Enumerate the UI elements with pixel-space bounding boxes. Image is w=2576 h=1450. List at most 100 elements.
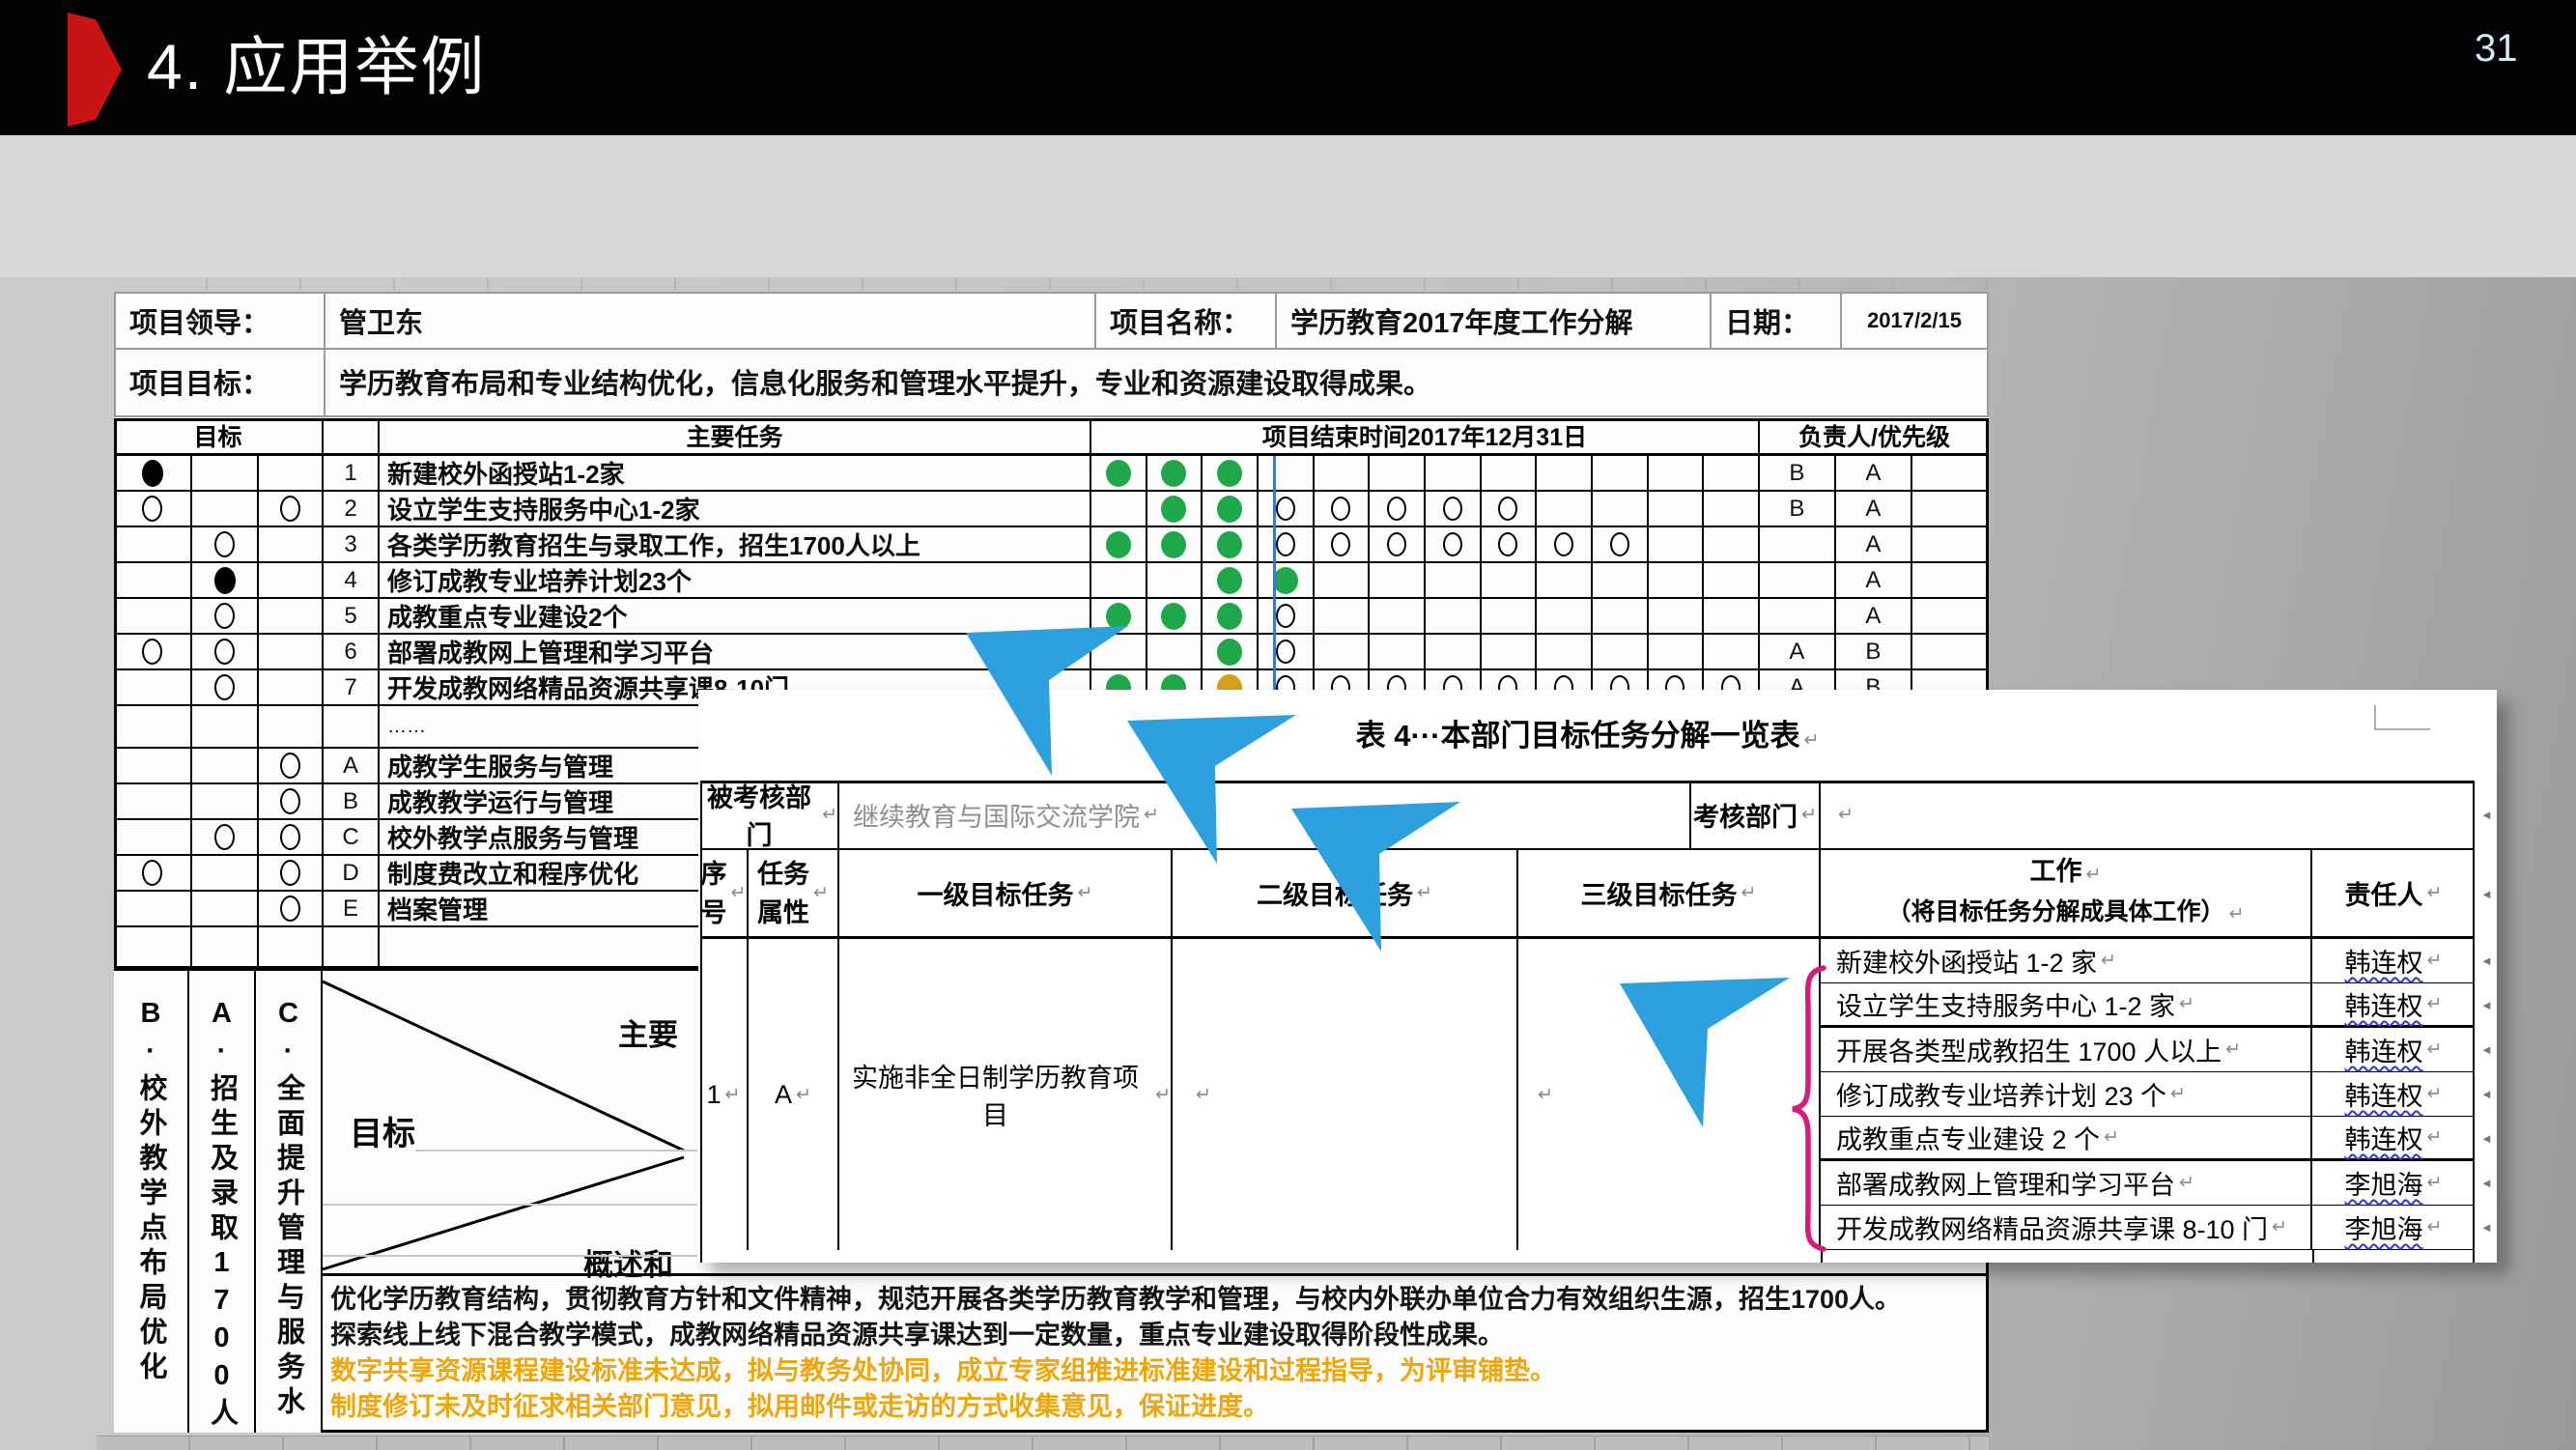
summary-line-1: 优化学历教育结构，贯彻教育方针和文件精神，规范开展各类学历教育教学和管理，与校内… <box>330 1282 1989 1318</box>
work-item: 设立学生支持服务中心 1-2 家↵ <box>1821 983 2312 1025</box>
pilcrow-mark: ↵ <box>813 874 829 913</box>
owner-name: 韩连权 <box>2345 1075 2423 1113</box>
work-row: 设立学生支持服务中心 1-2 家↵韩连权↵ <box>1821 983 2475 1028</box>
assessed-dept-value-text: 继续教育与国际交流学院 <box>853 796 1140 834</box>
work-owner: 韩连权↵ <box>2312 1028 2475 1071</box>
row-end-mark: ◄ <box>2480 998 2493 1012</box>
header-owner: 负责人/优先级 <box>1760 418 1989 453</box>
header-attr-text: 任务 属性 <box>757 855 809 932</box>
work-item-text: 新建校外函授站 1-2 家 <box>1836 942 2097 980</box>
header-owner-col: 责任人↵ <box>2312 850 2475 936</box>
pilcrow-mark: ↵ <box>1417 882 1432 904</box>
pilcrow-mark: ↵ <box>2427 1126 2443 1149</box>
row-end-marks: ◄◄◄◄◄◄◄◄◄ <box>2480 690 2500 1263</box>
work-owner: 韩连权↵ <box>2312 939 2475 982</box>
grid-header-row: 目标 主要任务 项目结束时间2017年12月31日 负责人/优先级 <box>114 418 1989 456</box>
work-item: 新建校外函授站 1-2 家↵ <box>1821 939 2312 982</box>
owner-name: 李旭海 <box>2345 1164 2423 1202</box>
work-owner: 韩连权↵ <box>2312 1072 2475 1116</box>
summary-line-3: 数字共享资源课程建设标准未达成，拟与教务处协同，成立专家组推进标准建设和过程指导… <box>330 1353 1989 1389</box>
slide-title: 4. 应用举例 <box>147 0 486 135</box>
table-line <box>2312 1250 2314 1263</box>
pilcrow-mark: ↵ <box>2179 993 2194 1015</box>
date-label: 日期： <box>1712 294 1842 348</box>
grid-ticks-top <box>114 278 1989 290</box>
overlay-header-row: 序 号↵ 任务 属性↵ 一级目标任务↵ 二级目标任务↵ 三级目标任务↵ 工作↵ … <box>700 850 2475 939</box>
work-item: 开展各类型成教招生 1700 人以上↵ <box>1821 1028 2312 1071</box>
assessed-dept-label: 被考核部门↵ <box>700 781 839 848</box>
header-timeline: 项目结束时间2017年12月31日 <box>1091 418 1760 453</box>
header-level3-text: 三级目标任务 <box>1581 874 1738 912</box>
assessed-dept-row: 被考核部门↵ 继续教育与国际交流学院↵ 考核部门↵ ↵ <box>700 781 2475 850</box>
goal-column-c: C·全面提升管理与服务水 <box>256 971 323 1433</box>
presentation-slide: 4. 应用举例 31 •举个例子 项目领导： 管卫东 项目名称： 学历教育201… <box>0 0 2576 1450</box>
header-objective: 目标 <box>114 418 324 453</box>
pilcrow-mark: ↵ <box>2427 993 2443 1015</box>
pilcrow-mark: ↵ <box>2229 904 2245 924</box>
diagram-goal-label: 目标 <box>350 1107 415 1154</box>
date-value: 2017/2/15 <box>1842 294 1987 348</box>
row-end-mark: ◄ <box>2480 1220 2493 1235</box>
overlay-body-row: 1↵ A↵ 实施非全日制学历教育项目↵ ↵ ↵ 新建校外函授站 1-2 家↵韩连… <box>700 939 2475 1250</box>
attr-value: A <box>775 1080 792 1110</box>
pilcrow-mark: ↵ <box>1741 882 1757 904</box>
pilcrow-mark: ↵ <box>2225 1038 2241 1061</box>
work-owner: 韩连权↵ <box>2312 1117 2475 1158</box>
assessor-dept-value: ↵ <box>1821 781 2475 848</box>
header-level1-text: 一级目标任务 <box>918 874 1074 912</box>
level1-cell: 实施非全日制学历教育项目↵ <box>839 939 1173 1250</box>
level1-value: 实施非全日制学历教育项目 <box>839 1057 1151 1132</box>
work-rows: 新建校外函授站 1-2 家↵韩连权↵设立学生支持服务中心 1-2 家↵韩连权↵开… <box>1821 939 2475 1250</box>
pilcrow-mark: ↵ <box>1078 882 1093 904</box>
work-row: 部署成教网上管理和学习平台↵李旭海↵ <box>1821 1161 2475 1206</box>
work-row: 成教重点专业建设 2 个↵韩连权↵ <box>1821 1117 2475 1161</box>
goal-column-b: B·校外教学点布局优化 <box>114 971 189 1433</box>
grid-ticks-bottom <box>97 1436 1989 1450</box>
row-end-mark: ◄ <box>2480 1042 2493 1057</box>
work-owner: 韩连权↵ <box>2312 983 2475 1025</box>
owner-name: 韩连权 <box>2345 1119 2423 1156</box>
level3-cell: ↵ <box>1518 939 1821 1250</box>
assessed-dept-value: 继续教育与国际交流学院↵ <box>839 781 1691 848</box>
work-row: 开发成教网络精品资源共享课 8-10 门↵李旭海↵ <box>1821 1206 2475 1250</box>
summary-box: 优化学历教育结构，贯彻教育方针和文件精神，规范开展各类学历教育教学和管理，与校内… <box>323 1273 1989 1433</box>
pilcrow-mark: ↵ <box>2427 1083 2443 1105</box>
work-item: 成教重点专业建设 2 个↵ <box>1821 1117 2312 1158</box>
row-end-mark: ◄ <box>2480 1087 2493 1101</box>
header-task: 主要任务 <box>380 418 1091 453</box>
work-row: 开展各类型成教招生 1700 人以上↵韩连权↵ <box>1821 1028 2475 1072</box>
diagram-main-label: 主要 <box>618 1010 678 1054</box>
row-end-mark: ◄ <box>2480 808 2493 822</box>
header-level2: 二级目标任务↵ <box>1173 850 1518 936</box>
goal-column-b-text: B·校外教学点布局优化 <box>130 971 171 1433</box>
work-item-text: 修订成教专业培养计划 23 个 <box>1836 1075 2166 1113</box>
owner-name: 韩连权 <box>2345 942 2423 980</box>
project-goal-row: 项目目标： 学历教育布局和专业结构优化，信息化服务和管理水平提升，专业和资源建设… <box>114 348 1989 417</box>
work-row: 新建校外函授站 1-2 家↵韩连权↵ <box>1821 939 2475 983</box>
pilcrow-mark: ↵ <box>1144 804 1159 826</box>
work-item: 开发成教网络精品资源共享课 8-10 门↵ <box>1821 1206 2312 1249</box>
page-number: 31 <box>2475 27 2518 71</box>
attr-cell: A↵ <box>749 939 839 1250</box>
pilcrow-mark: ↵ <box>1155 1084 1171 1106</box>
project-goal-label: 项目目标： <box>116 348 326 415</box>
project-name-value: 学历教育2017年度工作分解 <box>1277 294 1712 348</box>
accent-arrow-icon <box>68 13 122 127</box>
pilcrow-mark: ↵ <box>2170 1083 2186 1105</box>
work-item-text: 部署成教网上管理和学习平台 <box>1836 1164 2175 1202</box>
overlay-title: 表 4···本部门目标任务分解一览表↵ <box>700 711 2475 761</box>
pilcrow-mark: ↵ <box>2104 1126 2119 1149</box>
goal-column-a-text: A·招生及录取1700人 <box>202 971 242 1433</box>
work-item: 修订成教专业培养计划 23 个↵ <box>1821 1072 2312 1116</box>
pilcrow-mark: ↵ <box>2272 1216 2287 1238</box>
header-work-line1: 工作↵ <box>2030 853 2102 894</box>
subtitle-band: •举个例子 <box>0 135 2576 277</box>
work-owner: 李旭海↵ <box>2312 1206 2475 1249</box>
header-work-line1-text: 工作 <box>2030 857 2082 886</box>
row-end-mark: ◄ <box>2480 953 2493 968</box>
goal-column-a: A·招生及录取1700人 <box>189 971 256 1433</box>
owner-name: 韩连权 <box>2345 1031 2423 1068</box>
header-index <box>324 418 380 453</box>
work-item-text: 开展各类型成教招生 1700 人以上 <box>1836 1031 2222 1068</box>
overlay-title-text: 表 4···本部门目标任务分解一览表 <box>1356 719 1800 753</box>
